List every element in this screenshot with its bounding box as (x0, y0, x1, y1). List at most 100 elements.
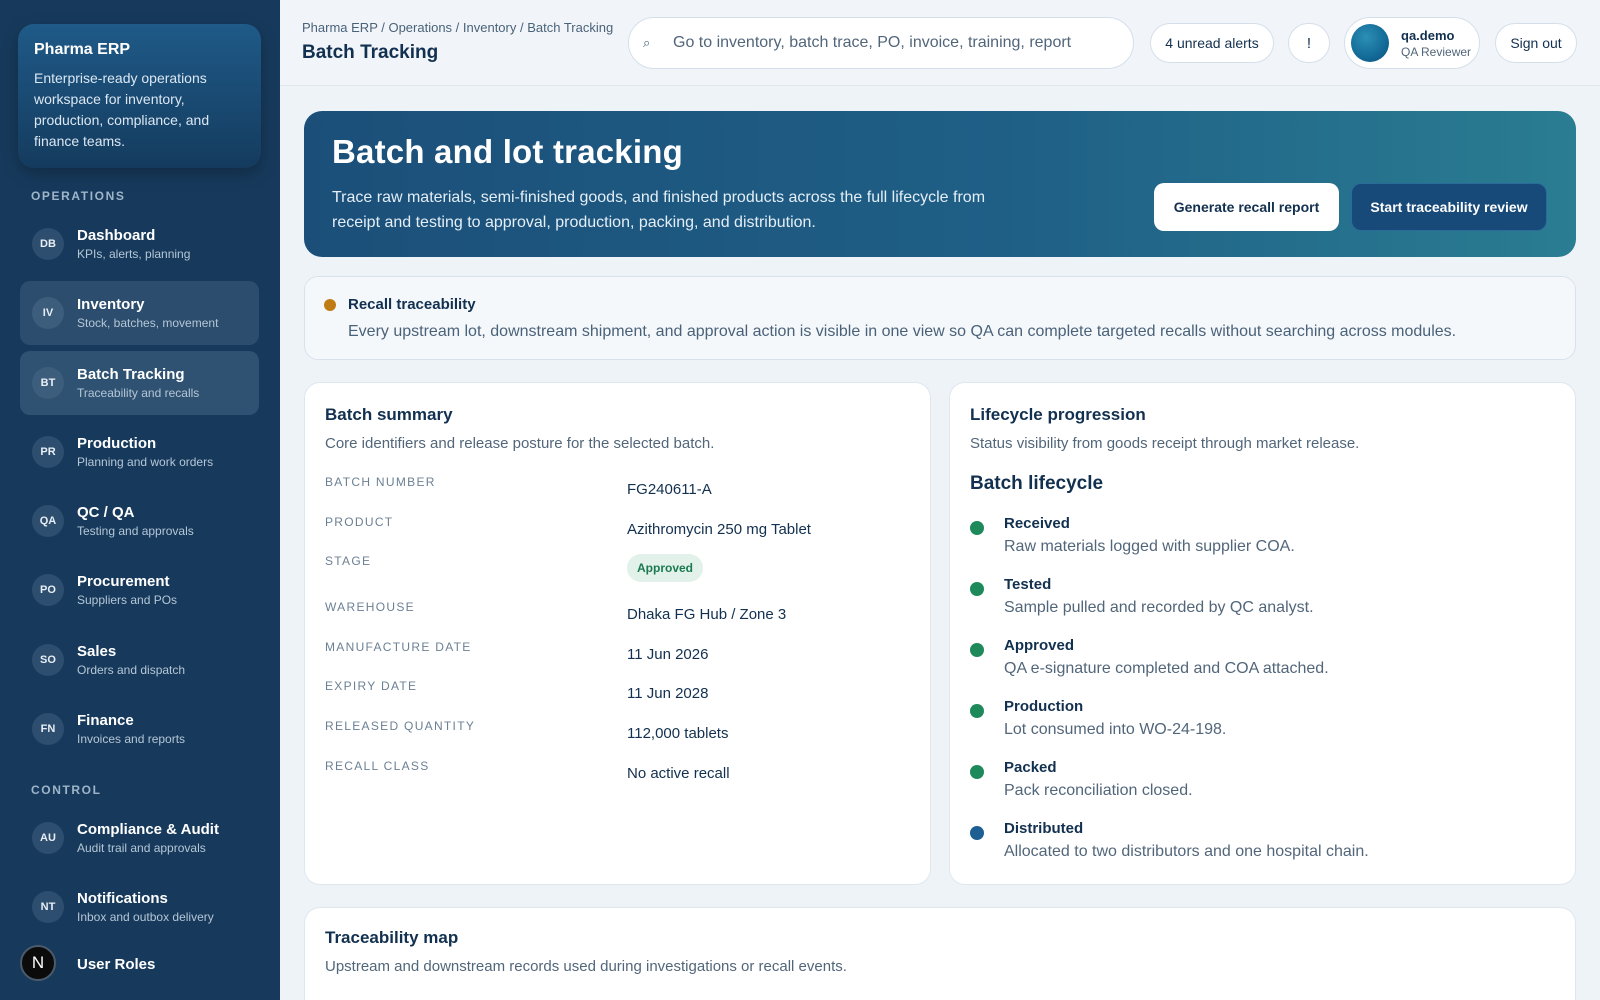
nav-badge-icon: NT (32, 891, 64, 923)
lifecycle-step: Production Lot consumed into WO-24-198. (970, 698, 1560, 746)
step-description: Allocated to two distributors and one ho… (1004, 843, 1369, 860)
card-subtitle: Upstream and downstream records used dur… (325, 958, 847, 975)
sidebar-item-label: Finance (77, 712, 134, 729)
card-title: Lifecycle progression (970, 405, 1146, 424)
sidebar-item-sub: Suppliers and POs (77, 593, 178, 607)
sidebar-item-compliance-audit[interactable]: AU Compliance & Audit Audit trail and app… (20, 806, 259, 870)
nav-badge-icon: FN (32, 713, 64, 745)
sidebar-item-sub: Invoices and reports (77, 732, 186, 746)
start-traceability-review-button[interactable]: Start traceability review (1351, 183, 1547, 231)
step-description: Lot consumed into WO-24-198. (1004, 721, 1227, 738)
traceability-map-card: Traceability map Upstream and downstream… (304, 907, 1576, 1000)
sidebar-item-sub: Testing and approvals (77, 524, 194, 538)
sidebar-item-user-roles[interactable]: UR User Roles (20, 944, 259, 1000)
warehouse-row: WAREHOUSE Dhaka FG Hub / Zone 3 (325, 600, 915, 636)
expiry-date-row: EXPIRY DATE 11 Jun 2028 (325, 679, 915, 715)
manufacture-date-row: MANUFACTURE DATE 11 Jun 2026 (325, 640, 915, 676)
sidebar-item-dashboard[interactable]: DB Dashboard KPIs, alerts, planning (20, 212, 259, 276)
step-title: Received (1004, 515, 1070, 532)
field-label: MANUFACTURE DATE (325, 640, 472, 654)
sidebar-item-label: Dashboard (77, 227, 156, 244)
sidebar-item-qc-qa[interactable]: QA QC / QA Testing and approvals (20, 489, 259, 553)
nav-badge-icon: QA (32, 505, 64, 537)
topbar: Pharma ERP / Operations / Inventory / Ba… (280, 0, 1600, 86)
lifecycle-step: Approved QA e-signature completed and CO… (970, 637, 1560, 685)
batch-number-row: BATCH NUMBER FG240611-A (325, 475, 915, 511)
sidebar-item-production[interactable]: PR Production Planning and work orders (20, 420, 259, 484)
released-quantity-row: RELEASED QUANTITY 112,000 tablets (325, 719, 915, 755)
search-bar[interactable]: ⌕ (628, 17, 1134, 69)
nav-badge-icon: SO (32, 644, 64, 676)
alert-icon[interactable]: ! (1288, 23, 1330, 63)
recall-traceability-notice: Recall traceability Every upstream lot, … (304, 276, 1576, 360)
product-value: Azithromycin 250 mg Tablet (627, 521, 811, 538)
step-description: Pack reconciliation closed. (1004, 782, 1193, 799)
sidebar-item-sub: Traceability and recalls (77, 386, 200, 400)
stage-row: STAGE Approved (325, 554, 915, 590)
section-label-control: CONTROL (31, 783, 102, 797)
nav-badge-icon: AU (32, 822, 64, 854)
step-title: Production (1004, 698, 1084, 715)
step-title: Packed (1004, 759, 1057, 776)
field-label: STAGE (325, 554, 372, 568)
sidebar-item-inventory[interactable]: IV Inventory Stock, batches, movement (20, 281, 259, 345)
step-description: QA e-signature completed and COA attache… (1004, 660, 1329, 677)
sidebar-item-notifications[interactable]: NT Notifications Inbox and outbox deliver… (20, 875, 259, 939)
user-menu[interactable]: qa.demo QA Reviewer (1344, 17, 1480, 69)
step-status-icon (970, 521, 984, 535)
sidebar-item-sub: Stock, batches, movement (77, 316, 219, 330)
sign-out-button[interactable]: Sign out (1495, 23, 1577, 63)
released-quantity-value: 112,000 tablets (627, 725, 729, 742)
lifecycle-heading: Batch lifecycle (970, 473, 1104, 494)
status-badge: Approved (627, 554, 704, 582)
user-role: QA Reviewer (1401, 44, 1472, 59)
lifecycle-step: Received Raw materials logged with suppl… (970, 515, 1560, 563)
sidebar-item-label: Procurement (77, 573, 170, 590)
sidebar-item-sub: Audit trail and approvals (77, 841, 206, 855)
nav-badge-icon: IV (32, 297, 64, 329)
lifecycle-step: Tested Sample pulled and recorded by QC … (970, 576, 1560, 624)
field-label: RELEASED QUANTITY (325, 719, 476, 733)
sidebar-item-label: User Roles (77, 956, 156, 973)
search-input[interactable] (673, 34, 1113, 52)
sidebar-item-label: Sales (77, 643, 117, 660)
sidebar-item-label: Production (77, 435, 157, 452)
card-subtitle: Status visibility from goods receipt thr… (970, 435, 1360, 452)
sidebar-item-sub: Inbox and outbox delivery (77, 910, 214, 924)
batch-number-value: FG240611-A (627, 481, 712, 498)
nav-badge-icon: PR (32, 436, 64, 468)
unread-alerts-button[interactable]: 4 unread alerts (1150, 23, 1274, 63)
step-title: Tested (1004, 576, 1052, 593)
sidebar-item-label: QC / QA (77, 504, 135, 521)
section-label-operations: OPERATIONS (31, 189, 126, 203)
recall-class-row: RECALL CLASS No active recall (325, 759, 915, 795)
expiry-date-value: 11 Jun 2028 (627, 685, 709, 702)
field-label: PRODUCT (325, 515, 394, 529)
field-label: WAREHOUSE (325, 600, 415, 614)
card-title: Batch summary (325, 405, 453, 424)
generate-recall-report-button[interactable]: Generate recall report (1154, 183, 1339, 231)
card-subtitle: Core identifiers and release posture for… (325, 435, 715, 452)
hero-title: Batch and lot tracking (332, 133, 683, 170)
notice-dot-icon (324, 299, 336, 311)
step-title: Distributed (1004, 820, 1084, 837)
sidebar-item-sub: KPIs, alerts, planning (77, 247, 191, 261)
step-status-icon (970, 826, 984, 840)
sidebar-item-finance[interactable]: FN Finance Invoices and reports (20, 697, 259, 761)
page-title: Batch Tracking (302, 42, 439, 63)
brand-title: Pharma ERP (34, 41, 131, 58)
recall-class-value: No active recall (627, 765, 730, 782)
step-description: Raw materials logged with supplier COA. (1004, 538, 1295, 555)
sidebar-item-batch-tracking[interactable]: BT Batch Tracking Traceability and recall… (20, 351, 259, 415)
lifecycle-card: Lifecycle progression Status visibility … (949, 382, 1576, 885)
sidebar-item-label: Batch Tracking (77, 366, 185, 383)
field-label: EXPIRY DATE (325, 679, 418, 693)
n-logo-icon[interactable]: N (20, 945, 56, 981)
sidebar-item-sub: Planning and work orders (77, 455, 214, 469)
step-status-icon (970, 582, 984, 596)
step-status-icon (970, 704, 984, 718)
sidebar-item-sales[interactable]: SO Sales Orders and dispatch (20, 628, 259, 692)
sidebar-item-procurement[interactable]: PO Procurement Suppliers and POs (20, 558, 259, 622)
manufacture-date-value: 11 Jun 2026 (627, 646, 709, 663)
field-label: BATCH NUMBER (325, 475, 436, 489)
